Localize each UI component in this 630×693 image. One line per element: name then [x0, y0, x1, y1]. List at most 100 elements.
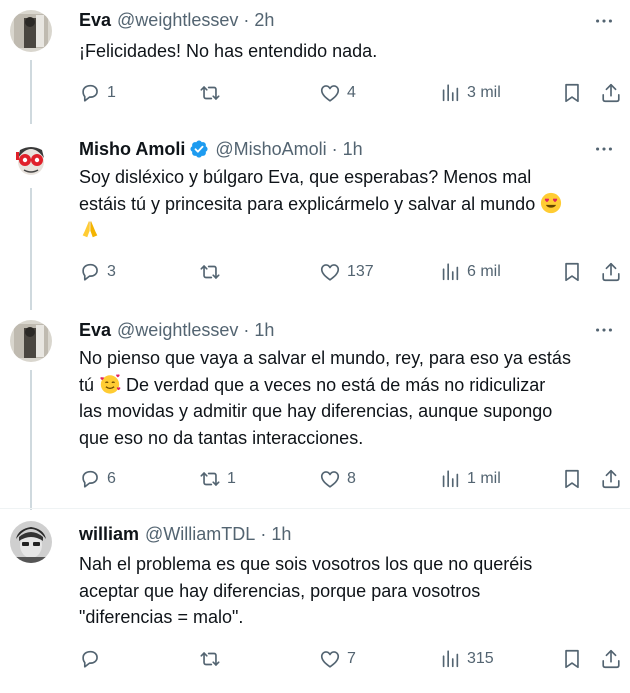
tweet-header: Misho Amoli @MishoAmoli · 1h	[79, 138, 363, 160]
separator-dot: ·	[243, 320, 250, 340]
tweet-text-fragment: tú	[79, 374, 95, 395]
display-name[interactable]: Eva	[79, 319, 111, 341]
like-button[interactable]: 8	[319, 467, 356, 491]
more-button[interactable]	[592, 10, 616, 32]
avatar[interactable]	[10, 521, 52, 563]
user-handle[interactable]: @weightlessev	[117, 319, 238, 341]
reply-button[interactable]: 3	[79, 260, 116, 284]
views-icon	[439, 648, 461, 670]
share-button[interactable]	[600, 647, 622, 671]
smiling-face-with-hearts-emoji	[100, 373, 121, 394]
share-icon	[600, 261, 622, 283]
tweet-text: Soy disléxico y búlgaro Eva, que esperab…	[79, 164, 624, 244]
tweet-text-line: que eso no da tantas interacciones.	[79, 427, 364, 448]
action-bar: 7 315	[79, 647, 627, 671]
reply-button[interactable]	[79, 647, 107, 671]
views-count: 1 mil	[467, 470, 501, 487]
tweet-header: william @WilliamTDL · 1h	[79, 523, 291, 545]
bookmark-button[interactable]	[561, 81, 583, 105]
views-icon	[439, 261, 461, 283]
display-name[interactable]: william	[79, 523, 139, 545]
timestamp[interactable]: 2h	[254, 9, 274, 31]
avatar[interactable]	[10, 10, 52, 52]
tweet-text-line: "diferencias = malo".	[79, 607, 244, 627]
heart-icon	[319, 648, 341, 670]
views-button[interactable]: 6 mil	[439, 260, 501, 284]
retweet-icon	[199, 648, 221, 670]
retweet-count: 1	[227, 470, 236, 487]
retweet-icon	[199, 468, 221, 490]
tweet[interactable]: william @WilliamTDL · 1h Nah el problema…	[0, 509, 630, 693]
more-icon	[596, 328, 612, 332]
like-button[interactable]: 137	[319, 260, 374, 284]
like-button[interactable]: 4	[319, 81, 356, 105]
timestamp[interactable]: 1h	[343, 138, 363, 160]
user-handle[interactable]: @weightlessev	[117, 9, 238, 31]
more-button[interactable]	[592, 319, 616, 341]
reply-button[interactable]: 6	[79, 467, 116, 491]
like-button[interactable]: 7	[319, 647, 356, 671]
bookmark-icon	[561, 261, 583, 283]
more-icon	[596, 147, 612, 151]
tweet[interactable]: Eva @weightlessev · 2h ¡Felicidades! No …	[0, 0, 630, 124]
tweet-text-line: aceptar que hay diferencias, porque para…	[79, 580, 481, 601]
tweet[interactable]: Eva @weightlessev · 1h No pienso que vay…	[0, 310, 630, 510]
avatar[interactable]	[10, 320, 52, 362]
share-button[interactable]	[600, 467, 622, 491]
bookmark-button[interactable]	[561, 467, 583, 491]
views-count: 315	[467, 650, 494, 667]
like-count: 137	[347, 263, 374, 280]
tweet-text: Nah el problema es que sois vosotros los…	[79, 551, 624, 631]
bookmark-button[interactable]	[561, 647, 583, 671]
retweet-button[interactable]	[199, 260, 227, 284]
retweet-icon	[199, 261, 221, 283]
views-button[interactable]: 315	[439, 647, 494, 671]
avatar-image	[10, 320, 52, 362]
views-button[interactable]: 1 mil	[439, 467, 501, 491]
reply-count: 6	[107, 470, 116, 487]
views-button[interactable]: 3 mil	[439, 81, 501, 105]
action-bar: 6 1 8 1 mil	[79, 467, 627, 491]
user-handle[interactable]: @MishoAmoli	[215, 138, 326, 160]
heart-eyes-emoji	[541, 192, 562, 213]
reply-button[interactable]: 1	[79, 81, 116, 105]
reply-count: 3	[107, 263, 116, 280]
tweet-text-line: tú De verdad que a veces no está de más …	[79, 372, 624, 399]
avatar[interactable]	[10, 138, 52, 180]
verified-badge-icon[interactable]	[189, 139, 209, 159]
bookmark-button[interactable]	[561, 260, 583, 284]
views-count: 6 mil	[467, 263, 501, 280]
reply-icon	[79, 468, 101, 490]
separator-dot: ·	[243, 10, 250, 30]
share-button[interactable]	[600, 81, 622, 105]
share-button[interactable]	[600, 260, 622, 284]
more-icon	[596, 19, 612, 23]
tweet-text-line: Nah el problema es que sois vosotros los…	[79, 554, 533, 574]
views-count: 3 mil	[467, 84, 501, 101]
more-button[interactable]	[592, 138, 616, 160]
timestamp[interactable]: 1h	[254, 319, 274, 341]
retweet-button[interactable]: 1	[199, 467, 236, 491]
action-bar: 3 137 6 mil	[79, 260, 627, 284]
tweet-text: ¡Felicidades! No has entendido nada.	[79, 38, 624, 65]
reply-icon	[79, 82, 101, 104]
tweet[interactable]: Misho Amoli @MishoAmoli · 1h Soy disléxi…	[0, 124, 630, 310]
reply-icon	[79, 261, 101, 283]
action-bar: 1 4 3 mil	[79, 81, 627, 105]
reply-count: 1	[107, 84, 116, 101]
display-name[interactable]: Misho Amoli	[79, 138, 185, 160]
retweet-button[interactable]	[199, 647, 227, 671]
like-count: 4	[347, 84, 356, 101]
avatar-image	[10, 521, 52, 563]
tweet-text-line: Soy disléxico y búlgaro Eva, que esperab…	[79, 167, 532, 187]
folded-hands-emoji	[82, 220, 98, 238]
thread-line	[30, 188, 32, 310]
user-handle[interactable]: @WilliamTDL	[145, 523, 255, 545]
display-name[interactable]: Eva	[79, 9, 111, 31]
thread-line	[30, 60, 32, 124]
timestamp[interactable]: 1h	[271, 523, 291, 545]
tweet-text-line: ¡Felicidades! No has entendido nada.	[79, 41, 378, 61]
tweet-text-line: No pienso que vaya a salvar el mundo, re…	[79, 348, 571, 368]
retweet-button[interactable]	[199, 81, 227, 105]
share-icon	[600, 82, 622, 104]
